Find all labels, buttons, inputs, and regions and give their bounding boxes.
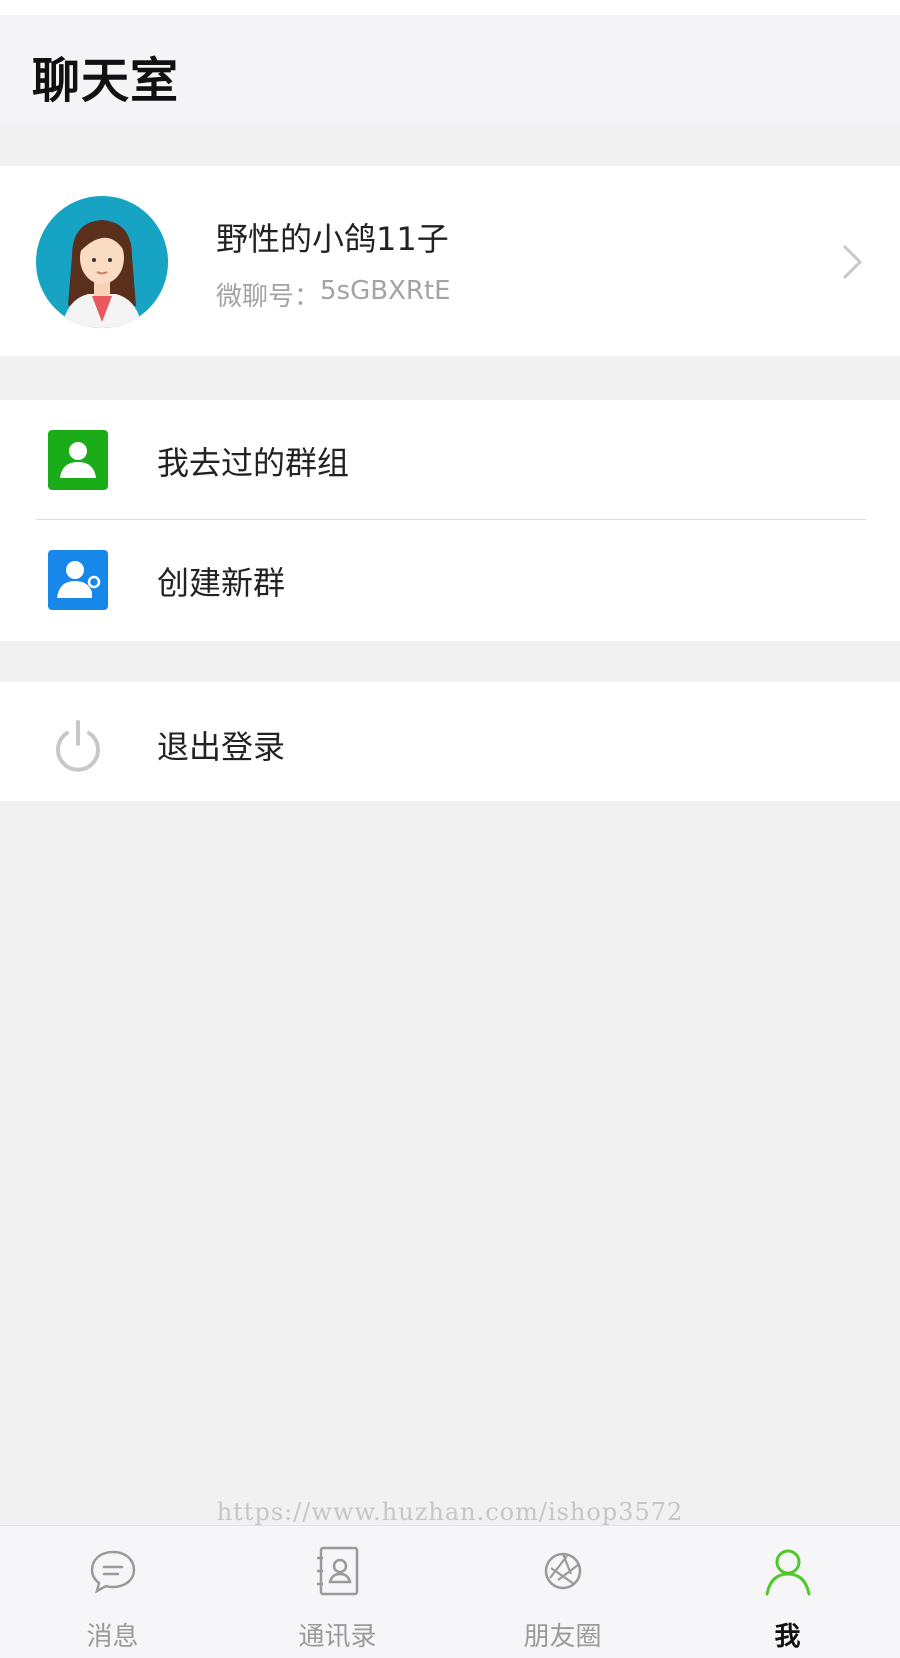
menu-label-logout: 退出登录 (157, 728, 286, 766)
page-title: 聊天室 (32, 53, 180, 109)
profile-card[interactable]: 野性的小鸽11子 微聊号： 5sGBXRtE (0, 166, 900, 356)
tab-label: 朋友圈 (523, 1622, 602, 1652)
menu-item-groups-visited[interactable]: 我去过的群组 (0, 400, 900, 520)
avatar[interactable] (36, 196, 168, 328)
status-bar-area (0, 0, 900, 15)
page-header: 聊天室 (0, 15, 900, 124)
group-icon (48, 430, 108, 490)
tab-me[interactable]: 我 (675, 1526, 900, 1658)
watermark-text: https://www.huzhan.com/ishop3572 (216, 1498, 684, 1526)
profile-id-label: 微聊号： (216, 282, 321, 312)
profile-wechat-id: 微聊号： 5sGBXRtE (216, 276, 451, 313)
avatar-illustration (36, 196, 168, 328)
moments-icon (544, 1552, 581, 1590)
menu-item-logout[interactable]: 退出登录 (0, 682, 900, 802)
create-group-icon (48, 550, 108, 610)
power-icon (48, 716, 108, 776)
tab-messages[interactable]: 消息 (0, 1526, 225, 1658)
contacts-icon (316, 1546, 358, 1596)
tab-label: 通讯录 (298, 1622, 377, 1652)
profile-id-value: 5sGBXRtE (320, 276, 451, 306)
menu-group-groups: 我去过的群组 创建新群 (0, 400, 900, 641)
bottom-tab-bar: 消息 通讯录 朋友圈 我 (0, 1525, 900, 1658)
tab-label: 我 (774, 1622, 801, 1652)
tab-moments[interactable]: 朋友圈 (450, 1526, 675, 1658)
tab-contacts[interactable]: 通讯录 (225, 1526, 450, 1658)
menu-item-create-group[interactable]: 创建新群 (0, 520, 900, 640)
menu-group-account: 退出登录 (0, 682, 900, 801)
chevron-right-icon (842, 244, 863, 280)
tab-label: 消息 (86, 1622, 139, 1652)
message-icon (90, 1550, 135, 1594)
menu-label-create-group: 创建新群 (157, 564, 286, 602)
me-icon (765, 1549, 810, 1596)
menu-label-groups-visited: 我去过的群组 (157, 444, 350, 482)
profile-name: 野性的小鸽11子 (216, 220, 449, 258)
